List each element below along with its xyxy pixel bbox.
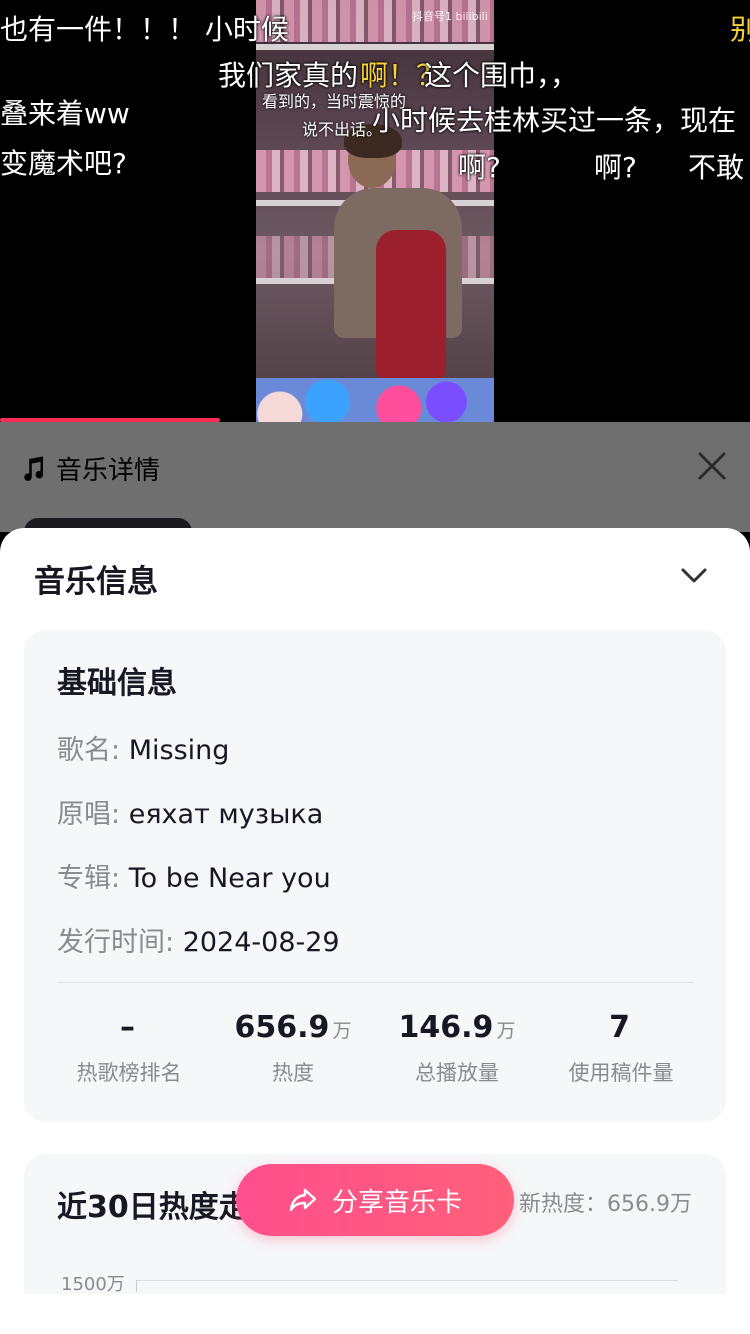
- danmaku-comment: 不敢: [688, 151, 745, 184]
- stat-heat: 656.9 万 热度: [208, 1010, 378, 1087]
- stat-unit: 万: [332, 1020, 352, 1042]
- danmaku-comment: 小时候去桂林买过一条，现在: [372, 104, 737, 137]
- song-name-row: 歌名: Missing: [57, 728, 229, 767]
- song-name-label: 歌名:: [57, 735, 121, 766]
- latest-heat: 新热度：656.9万: [519, 1192, 692, 1217]
- video-player[interactable]: 抖音号1 bilibili 也有一件！！！ 小时候 我们家真的 啊！？ 这个围巾…: [0, 0, 750, 422]
- y-axis-tick: 1500万: [61, 1274, 125, 1294]
- danmaku-comment: 也有一件！！！ 小时候: [0, 13, 289, 46]
- music-detail-title: 音乐详情: [56, 456, 161, 486]
- danmaku-comment: 别: [730, 13, 750, 46]
- sheet-title: 音乐信息: [34, 564, 158, 600]
- album-label: 专辑:: [57, 863, 121, 894]
- danmaku-comment: 啊?: [458, 151, 501, 184]
- video-subtitle: 说不出话。: [302, 120, 383, 139]
- danmaku-comment: 叠来着ww: [0, 97, 130, 130]
- stat-label: 总播放量: [415, 1061, 499, 1085]
- stat-total-plays: 146.9 万 总播放量: [372, 1010, 542, 1087]
- artist-label: 原唱:: [57, 799, 121, 830]
- basic-info-card: 基础信息 歌名: Missing 原唱: еяхат музыка 专辑: To…: [24, 630, 726, 1122]
- stat-value: 146.9: [398, 1010, 494, 1045]
- share-icon: [289, 1188, 317, 1212]
- stat-label: 热度: [272, 1061, 314, 1085]
- basic-info-title: 基础信息: [57, 666, 177, 701]
- artist-row: 原唱: еяхат музыка: [57, 792, 323, 831]
- person-apron: [376, 230, 446, 380]
- stat-value: –: [120, 1010, 135, 1045]
- album-row: 专辑: To be Near you: [57, 856, 331, 895]
- song-name-value: Missing: [128, 735, 230, 766]
- danmaku-comment: 变魔术吧?: [0, 147, 127, 180]
- stat-value: 7: [609, 1010, 630, 1045]
- chevron-down-icon[interactable]: [678, 564, 710, 588]
- danmaku-comment: 这个围巾，，: [424, 59, 579, 92]
- music-note-icon: [24, 456, 44, 481]
- fur-scarves: [256, 378, 494, 422]
- share-button-label: 分享音乐卡: [331, 1187, 462, 1218]
- video-watermark: 抖音号1 bilibili: [412, 10, 488, 23]
- danmaku-comment: 啊?: [594, 151, 637, 184]
- stat-usage-count: 7 使用稿件量: [536, 1010, 706, 1087]
- album-value: To be Near you: [128, 863, 331, 894]
- artist-value: еяхат музыка: [128, 799, 324, 830]
- release-date-row: 发行时间: 2024-08-29: [57, 920, 340, 959]
- bottom-strip: [0, 1294, 750, 1334]
- shelf: [256, 44, 494, 50]
- music-detail-header: 音乐详情: [18, 450, 160, 487]
- divider: [57, 982, 693, 983]
- stat-unit: 万: [496, 1020, 516, 1042]
- stat-label: 热歌榜排名: [76, 1061, 182, 1085]
- stat-value: 656.9: [234, 1010, 330, 1045]
- grid-line: [136, 1280, 678, 1281]
- close-icon[interactable]: [696, 450, 728, 482]
- heat-trend-title: 近30日热度走: [57, 1190, 249, 1225]
- axis-tick-mark: [136, 1280, 137, 1292]
- video-subtitle: 看到的，当时震惊的: [262, 92, 407, 111]
- share-music-card-button[interactable]: 分享音乐卡: [236, 1164, 514, 1236]
- release-date-label: 发行时间:: [57, 927, 175, 958]
- release-date-value: 2024-08-29: [182, 927, 340, 958]
- stat-label: 使用稿件量: [568, 1061, 674, 1085]
- stat-hot-rank: – 热歌榜排名: [44, 1010, 214, 1087]
